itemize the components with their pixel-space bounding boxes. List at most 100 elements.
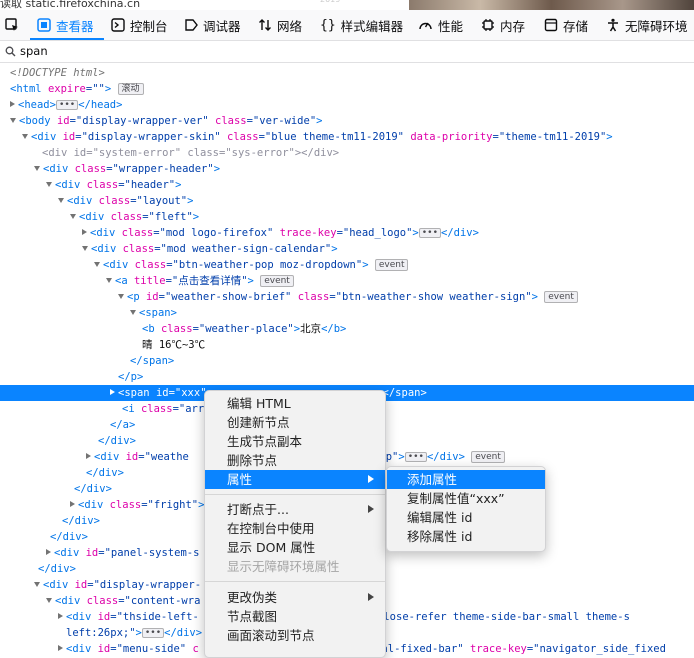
menu-item-copy-attribute-value[interactable]: 复制属性值“xxx” (387, 489, 545, 508)
tab-storage[interactable]: 存储 (544, 10, 588, 40)
collapsed-ellipsis[interactable]: ••• (55, 100, 79, 110)
tab-console[interactable]: 控制台 (111, 10, 168, 40)
debugger-icon (185, 19, 198, 31)
memory-icon (482, 19, 494, 31)
menu-item-remove-attribute[interactable]: 移除属性 id (387, 527, 545, 546)
menu-item-screenshot-node[interactable]: 节点截图 (205, 607, 385, 626)
collapse-toggle-icon[interactable] (82, 245, 88, 251)
tab-label: 性能 (438, 18, 464, 34)
menu-item-delete-node[interactable]: 删除节点 (205, 451, 385, 470)
tree-node[interactable]: <div class="mod weather-sign-calendar"> (82, 241, 694, 257)
collapsed-ellipsis[interactable]: ••• (404, 452, 427, 462)
tree-node[interactable]: </a> (110, 417, 694, 433)
collapse-toggle-icon[interactable] (130, 309, 136, 315)
collapse-toggle-icon[interactable] (10, 117, 16, 123)
tree-node[interactable]: <a title="点击查看详情"> event (106, 273, 694, 289)
collapse-toggle-icon[interactable] (94, 261, 100, 267)
inspector-icon (37, 18, 51, 32)
menu-item-show-dom-properties[interactable]: 显示 DOM 属性 (205, 538, 385, 557)
menu-item-change-pseudo-class[interactable]: 更改伪类 (205, 588, 385, 607)
expand-toggle-icon[interactable] (70, 501, 75, 507)
collapse-toggle-icon[interactable] (34, 581, 40, 587)
markup-search-bar[interactable]: span (0, 41, 694, 63)
expand-toggle-icon[interactable] (86, 453, 91, 459)
tree-node[interactable]: </span> (130, 353, 694, 369)
event-badge[interactable]: event (374, 259, 409, 271)
tab-performance[interactable]: 性能 (418, 10, 463, 40)
tree-node[interactable]: <html expire=""> 滚动 (10, 81, 694, 97)
collapsed-ellipsis[interactable]: ••• (141, 628, 165, 638)
tree-node[interactable]: <div class="btn-weather-pop moz-dropdown… (94, 257, 694, 273)
expand-toggle-icon[interactable] (46, 549, 51, 555)
tree-node[interactable]: <span> (130, 305, 694, 321)
tree-node[interactable]: <div class="header"> (46, 177, 694, 193)
tree-node-hidden[interactable]: <div id="system-error" class="sys-error"… (42, 145, 694, 161)
tree-node[interactable]: <div class="wrapper-header"> (34, 161, 694, 177)
tree-node[interactable]: </div> (98, 433, 694, 449)
tree-node[interactable]: <b class="weather-place">北京</b> (142, 321, 694, 337)
expand-toggle-icon[interactable] (10, 101, 15, 107)
tab-label: 查看器 (56, 18, 94, 34)
console-icon (111, 18, 125, 32)
collapsed-ellipsis[interactable]: ••• (418, 228, 442, 238)
tree-node[interactable]: <head> ••• </head> (10, 97, 694, 113)
submenu-arrow-icon (368, 505, 374, 513)
collapse-toggle-icon[interactable] (46, 181, 52, 187)
collapse-toggle-icon[interactable] (106, 277, 112, 283)
tree-node[interactable]: <p id="weather-show-brief" class="btn-we… (118, 289, 694, 305)
menu-item-duplicate-node[interactable]: 生成节点副本 (205, 432, 385, 451)
expand-toggle-icon[interactable] (82, 229, 87, 235)
accessibility-icon (608, 18, 618, 32)
collapse-toggle-icon[interactable] (46, 597, 52, 603)
tree-node[interactable]: <div class="layout"> (58, 193, 694, 209)
collapse-toggle-icon[interactable] (70, 213, 76, 219)
scroll-badge[interactable]: 滚动 (117, 83, 144, 95)
collapse-toggle-icon[interactable] (58, 197, 64, 203)
event-badge[interactable]: event (260, 275, 294, 287)
tab-label: 样式编辑器 (340, 18, 404, 34)
tree-node[interactable]: <div class="fleft"> (70, 209, 694, 225)
menu-item-add-attribute[interactable]: 添加属性 (387, 470, 545, 489)
pick-element-button[interactable] (4, 10, 25, 40)
menu-item-break-on[interactable]: 打断点于... (205, 500, 385, 519)
menu-item-edit-html[interactable]: 编辑 HTML (205, 394, 385, 413)
expand-toggle-icon[interactable] (110, 389, 115, 395)
menu-item-scroll-into-view[interactable]: 画面滚动到节点 (205, 626, 385, 645)
expand-toggle-icon[interactable] (58, 645, 63, 651)
tab-debugger[interactable]: 调试器 (184, 10, 241, 40)
tree-node[interactable]: <div id="weather-show-pop">•••</div> eve… (86, 449, 694, 465)
menu-item-create-node[interactable]: 创建新节点 (205, 413, 385, 432)
tab-label: 控制台 (130, 18, 168, 34)
search-input[interactable]: span (20, 44, 48, 58)
tab-accessibility[interactable]: 无障碍环境 (606, 10, 688, 40)
menu-item-show-accessibility-properties: 显示无障碍环境属性 (227, 559, 340, 574)
tree-text-node[interactable]: 晴 16℃~3℃ (142, 337, 694, 353)
menu-separator (205, 581, 385, 582)
tab-inspector[interactable]: 查看器 (37, 10, 94, 40)
expand-toggle-icon[interactable] (58, 613, 63, 619)
storage-icon (544, 18, 558, 32)
tab-network[interactable]: 网络 (258, 10, 302, 40)
menu-item-label: 属性 (227, 472, 253, 487)
menu-item-edit-attribute[interactable]: 编辑属性 id (387, 508, 545, 527)
page-thumbnail (409, 0, 694, 10)
event-badge[interactable]: event (544, 291, 578, 303)
tree-node[interactable]: <div class="mod logo-firefox" trace-key=… (82, 225, 694, 241)
collapse-toggle-icon[interactable] (22, 133, 28, 139)
tree-node[interactable]: <div id="display-wrapper-skin" class="bl… (22, 129, 694, 145)
braces-icon: {} (320, 17, 336, 33)
search-icon (5, 46, 16, 57)
menu-item-attributes[interactable]: 属性 (205, 470, 385, 489)
collapse-toggle-icon[interactable] (118, 293, 124, 299)
tree-node[interactable]: </p> (118, 369, 694, 385)
menu-item-use-in-console[interactable]: 在控制台中使用 (205, 519, 385, 538)
menu-item-label: 更改伪类 (227, 590, 278, 605)
tab-memory[interactable]: 内存 (481, 10, 525, 40)
tab-style-editor[interactable]: {} 样式编辑器 (320, 10, 403, 40)
collapse-toggle-icon[interactable] (34, 165, 40, 171)
tree-node[interactable]: <!DOCTYPE html> (10, 65, 694, 81)
network-icon (259, 19, 271, 31)
tree-node[interactable]: <body id="display-wrapper-ver" class="ve… (10, 113, 694, 129)
submenu-arrow-icon (368, 593, 374, 601)
event-badge[interactable]: event (471, 451, 505, 463)
